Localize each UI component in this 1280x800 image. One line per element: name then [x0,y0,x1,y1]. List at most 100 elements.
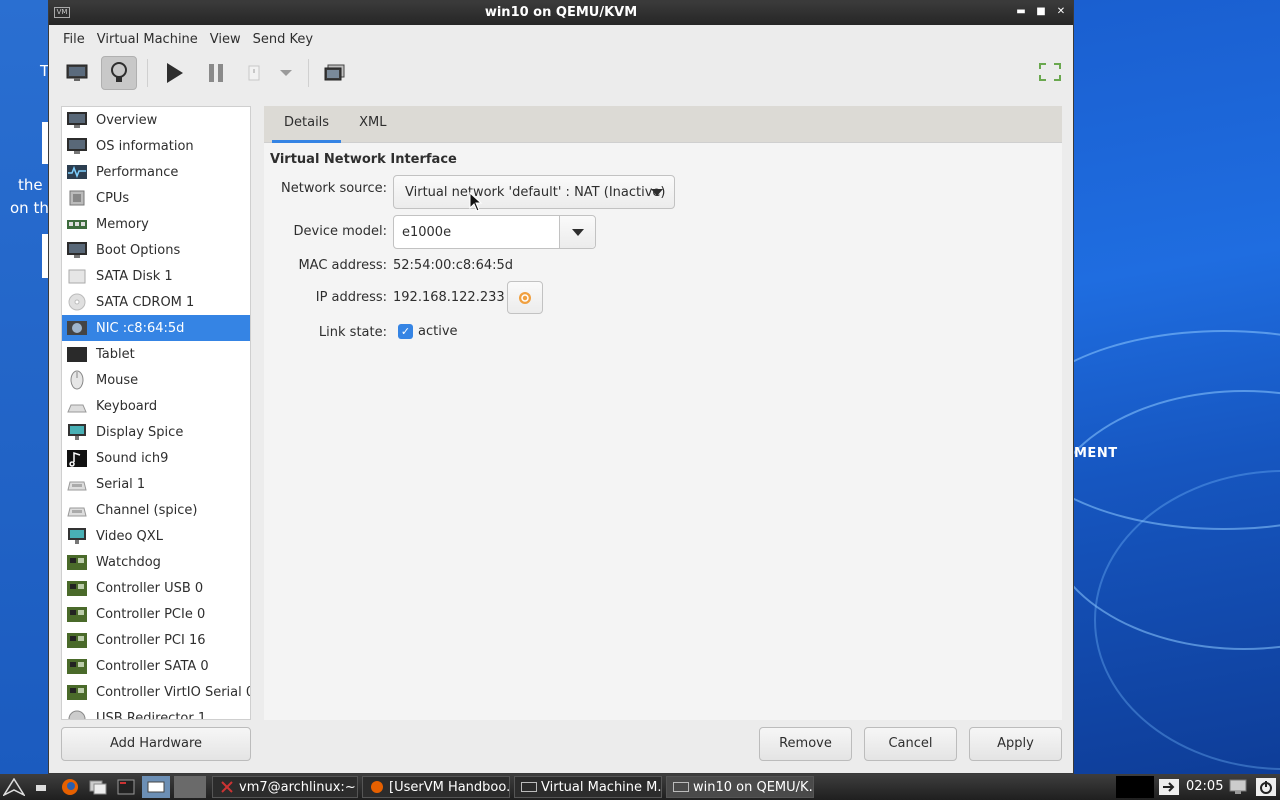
run-button[interactable] [156,56,192,90]
start-menu-button[interactable] [2,776,26,798]
sidebar-item-nic-c8-64-5d[interactable]: NIC :c8:64:5d [62,315,250,341]
sidebar-item-sata-cdrom-1[interactable]: SATA CDROM 1 [62,289,250,315]
sidebar-item-serial-1[interactable]: Serial 1 [62,471,250,497]
mac-address-label: MAC address: [298,258,387,273]
fullscreen-button[interactable] [1039,63,1061,85]
menu-view[interactable]: View [204,32,247,47]
sidebar-item-label: Performance [96,164,179,180]
controller-icon [66,552,88,572]
link-state-value[interactable]: active [418,324,458,339]
sidebar-item-performance[interactable]: Performance [62,159,250,185]
sidebar-item-mouse[interactable]: Mouse [62,367,250,393]
link-state-checkbox[interactable]: ✓ [398,324,413,339]
serial-icon [66,500,88,520]
sidebar-item-memory[interactable]: Memory [62,211,250,237]
desktop-text-fragment: MENT [1074,446,1118,461]
task-virt-manager[interactable]: Virtual Machine M... [514,776,662,798]
device-model-input[interactable]: e1000e [394,225,559,240]
logout-icon [1159,779,1179,795]
network-source-dropdown[interactable]: Virtual network 'default' : NAT (Inactiv… [393,175,675,209]
menu-virtual-machine[interactable]: Virtual Machine [91,32,204,47]
device-model-combobox[interactable]: e1000e [393,215,596,249]
workspace-2[interactable] [174,776,206,798]
sidebar-item-controller-sata-0[interactable]: Controller SATA 0 [62,653,250,679]
firefox-launcher[interactable] [58,776,82,798]
network-source-value: Virtual network 'default' : NAT (Inactiv… [405,184,666,200]
chevron-down-icon [280,70,292,76]
sidebar-item-label: NIC :c8:64:5d [96,320,185,336]
task-firefox[interactable]: [UserVM Handboo... [362,776,510,798]
toolbar [49,53,1073,93]
terminal-launcher[interactable] [114,776,138,798]
power-tray-button[interactable] [1256,778,1276,800]
sidebar-item-video-qxl[interactable]: Video QXL [62,523,250,549]
tab-xml[interactable]: XML [347,105,398,142]
shutdown-button[interactable] [240,56,268,90]
sidebar-item-display-spice[interactable]: Display Spice [62,419,250,445]
network-source-label: Network source: [281,181,387,196]
snapshots-button[interactable] [317,56,353,90]
controller-icon [66,630,88,650]
sidebar-item-tablet[interactable]: Tablet [62,341,250,367]
mouse-icon [66,370,88,390]
sidebar-item-os-information[interactable]: OS information [62,133,250,159]
device-model-label: Device model: [293,224,387,239]
sidebar-item-label: USB Redirector 1 [96,710,207,720]
show-desktop-button[interactable] [30,776,54,798]
sidebar-item-overview[interactable]: Overview [62,107,250,133]
refresh-icon [519,291,531,304]
minimize-button[interactable]: ▬ [1013,4,1029,20]
sidebar-item-controller-usb-0[interactable]: Controller USB 0 [62,575,250,601]
tab-bar: Details XML [264,106,1062,143]
show-details-button[interactable] [101,56,137,90]
sidebar-item-usb-redirector-1[interactable]: USB Redirector 1 [62,705,250,720]
display-icon [66,526,88,546]
apply-button[interactable]: Apply [969,727,1062,761]
add-hardware-button[interactable]: Add Hardware [61,727,251,761]
arch-linux-icon [3,778,25,796]
sidebar-item-label: Channel (spice) [96,502,198,518]
cancel-button[interactable]: Cancel [864,727,957,761]
ip-address-label: IP address: [315,290,387,305]
workspace-1[interactable] [142,776,170,798]
network-tray-button[interactable] [1228,778,1248,800]
window-titlebar[interactable]: VM win10 on QEMU/KVM ▬ ■ ✕ [49,1,1073,25]
file-manager-launcher[interactable] [86,776,110,798]
sidebar-item-label: Controller PCI 16 [96,632,206,648]
mouse-pointer-icon [469,192,483,212]
terminal-icon [219,780,235,794]
pause-button[interactable] [198,56,234,90]
maximize-button[interactable]: ■ [1033,4,1049,20]
sidebar-item-label: CPUs [96,190,130,206]
close-button[interactable]: ✕ [1053,4,1069,20]
menu-send-key[interactable]: Send Key [247,32,319,47]
sidebar-item-label: Controller USB 0 [96,580,204,596]
sidebar-item-controller-virtio-serial-0[interactable]: Controller VirtIO Serial 0 [62,679,250,705]
sidebar-item-controller-pci-16[interactable]: Controller PCI 16 [62,627,250,653]
sidebar-item-label: Overview [96,112,158,128]
sidebar-item-watchdog[interactable]: Watchdog [62,549,250,575]
sidebar-item-channel-spice[interactable]: Channel (spice) [62,497,250,523]
sidebar-item-sound-ich9[interactable]: Sound ich9 [62,445,250,471]
sidebar-item-keyboard[interactable]: Keyboard [62,393,250,419]
device-model-dropdown-button[interactable] [559,216,595,248]
mac-address-value: 52:54:00:c8:64:5d [393,258,514,273]
shutdown-menu-button[interactable] [274,56,298,90]
sidebar-item-controller-pcie-0[interactable]: Controller PCIe 0 [62,601,250,627]
menu-file[interactable]: File [57,32,91,47]
sidebar-item-label: Memory [96,216,149,232]
logout-tray-button[interactable] [1158,778,1180,800]
refresh-ip-button[interactable] [507,281,543,314]
controller-icon [66,656,88,676]
remove-button[interactable]: Remove [759,727,852,761]
show-console-button[interactable] [59,56,95,90]
sidebar-item-sata-disk-1[interactable]: SATA Disk 1 [62,263,250,289]
task-terminal[interactable]: vm7@archlinux:~ [212,776,358,798]
tab-details[interactable]: Details [272,105,342,143]
details-panel: Details XML Virtual Network Interface Ne… [264,106,1062,720]
sidebar-item-cpus[interactable]: CPUs [62,185,250,211]
disk-icon [66,266,88,286]
task-vm-console[interactable]: win10 on QEMU/K... [666,776,814,798]
sidebar-item-label: OS information [96,138,194,154]
sidebar-item-boot-options[interactable]: Boot Options [62,237,250,263]
